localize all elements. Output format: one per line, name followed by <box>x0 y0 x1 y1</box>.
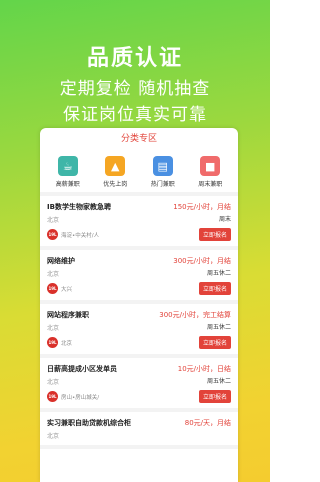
company-logo-icon: 19L <box>47 229 58 240</box>
job-location: 北京 <box>47 433 60 440</box>
job-days: 周五休二 <box>206 377 231 385</box>
job-card[interactable]: 日薪高提成小区发单员 10元/小时，日结 北京 周五休二 19L 房山•房山城关… <box>40 358 238 412</box>
job-location: 北京 <box>47 271 60 278</box>
job-pay: 300元/小时，月结 <box>173 257 231 265</box>
job-title: 实习兼职自助贷款机综合柜 <box>47 419 131 427</box>
apply-button[interactable]: 立即报名 <box>198 228 231 241</box>
gift-icon: ■ <box>200 156 221 176</box>
job-pay: 10元/小时，日结 <box>177 365 231 373</box>
category-priority[interactable]: ▲ 优先上岗 <box>93 156 137 188</box>
company-name: 房山•房山城关/ <box>61 394 100 401</box>
job-title: 网站程序兼职 <box>47 311 89 319</box>
promo-banner: 品质认证 定期复检 随机抽查 保证岗位真实可靠 分类专区 ☕ 高薪兼职 ▲ 优先… <box>0 0 270 482</box>
job-pay: 80元/天，月结 <box>184 419 231 427</box>
company-logo-icon: 19L <box>47 391 58 402</box>
app-preview: 分类专区 ☕ 高薪兼职 ▲ 优先上岗 ▤ 热门兼职 ■ 周末兼职 IB数学生物家… <box>40 128 238 482</box>
job-card[interactable]: 网络维护 300元/小时，月结 北京 周五休二 19L 大兴 立即报名 <box>40 250 238 304</box>
job-days: 周末 <box>218 215 231 223</box>
company-info: 19L 大兴 <box>47 283 72 294</box>
promo-line-1: 定期复检 随机抽查 <box>59 79 211 99</box>
category-bar: ☕ 高薪兼职 ▲ 优先上岗 ▤ 热门兼职 ■ 周末兼职 <box>40 150 238 196</box>
job-days: 周五休二 <box>206 323 231 331</box>
job-card[interactable]: 实习兼职自助贷款机综合柜 80元/天，月结 北京 <box>40 412 238 449</box>
job-card[interactable]: IB数学生物家教急聘 150元/小时，月结 北京 周末 19L 海淀•中关村/人… <box>40 196 238 250</box>
category-label: 周末兼职 <box>198 181 223 188</box>
category-weekend[interactable]: ■ 周末兼职 <box>188 156 232 188</box>
tea-icon: ☕ <box>57 156 78 176</box>
company-info: 19L 房山•房山城关/ <box>47 391 99 402</box>
promo-line-2: 保证岗位真实可靠 <box>63 105 207 125</box>
job-days: 周五休二 <box>206 269 231 277</box>
apply-button[interactable]: 立即报名 <box>198 336 231 349</box>
job-location: 北京 <box>47 379 60 386</box>
company-logo-icon: 19L <box>47 337 58 348</box>
rocket-icon: ▲ <box>105 156 126 176</box>
company-name: 海淀•中关村/人 <box>61 232 100 239</box>
company-name: 大兴 <box>61 286 73 293</box>
job-pay: 150元/小时，月结 <box>173 203 231 211</box>
promo-title: 品质认证 <box>86 46 183 71</box>
apply-button[interactable]: 立即报名 <box>198 390 231 403</box>
category-label: 高薪兼职 <box>55 181 80 188</box>
company-name: 北京 <box>61 340 73 347</box>
company-info: 19L 海淀•中关村/人 <box>47 229 99 240</box>
job-title: 网络维护 <box>47 257 75 265</box>
job-location: 北京 <box>47 217 60 224</box>
clipboard-icon: ▤ <box>152 156 173 176</box>
company-logo-icon: 19L <box>47 283 58 294</box>
category-high-pay[interactable]: ☕ 高薪兼职 <box>46 156 90 188</box>
company-info: 19L 北京 <box>47 337 72 348</box>
job-card[interactable]: 网站程序兼职 300元/小时，完工结算 北京 周五休二 19L 北京 立即报名 <box>40 304 238 358</box>
section-title: 分类专区 <box>120 134 157 144</box>
category-label: 优先上岗 <box>103 181 128 188</box>
apply-button[interactable]: 立即报名 <box>198 282 231 295</box>
job-pay: 300元/小时，完工结算 <box>159 311 231 319</box>
category-hot[interactable]: ▤ 热门兼职 <box>141 156 185 188</box>
job-location: 北京 <box>47 325 60 332</box>
job-title: IB数学生物家教急聘 <box>47 203 111 211</box>
category-label: 热门兼职 <box>150 181 175 188</box>
job-title: 日薪高提成小区发单员 <box>47 365 117 373</box>
